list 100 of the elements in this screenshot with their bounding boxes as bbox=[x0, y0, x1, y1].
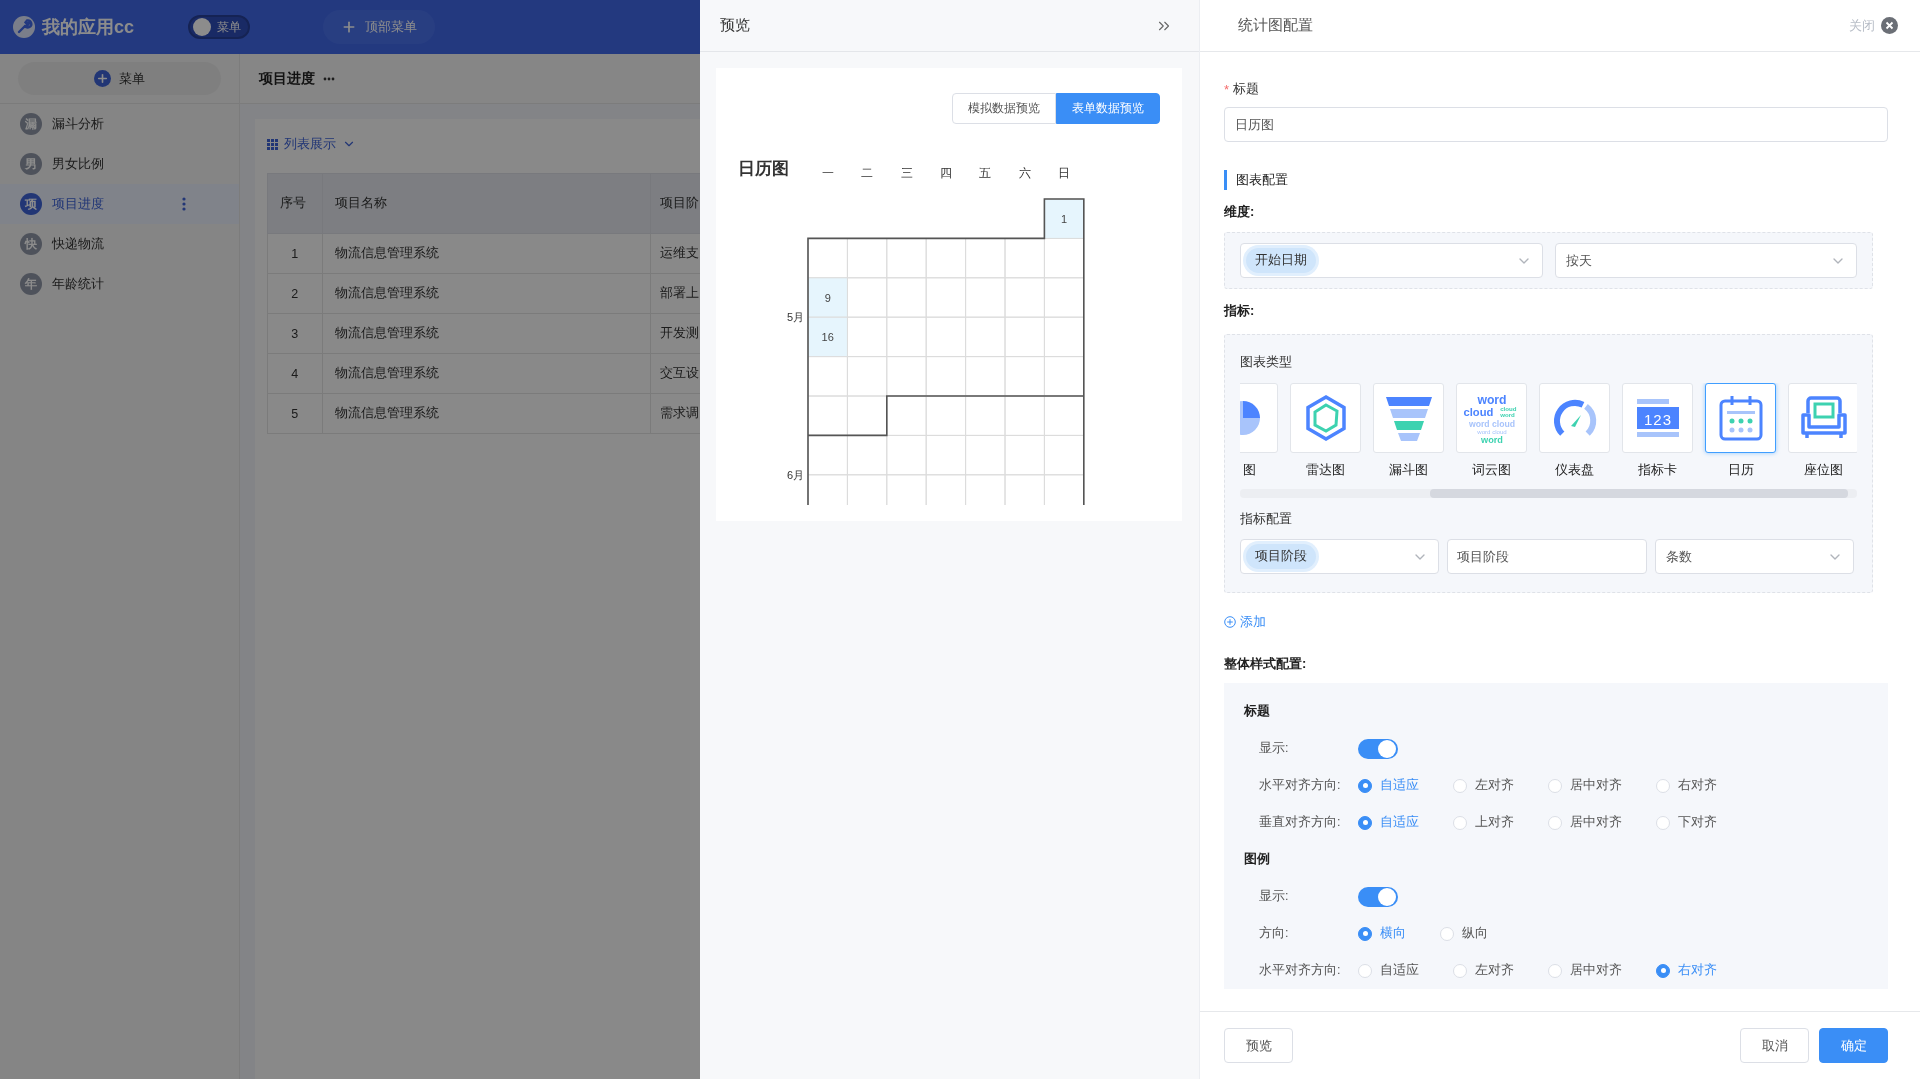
more-icon[interactable] bbox=[323, 76, 335, 81]
radio-option[interactable]: 左对齐 bbox=[1453, 962, 1514, 979]
table-cell: 1 bbox=[267, 233, 322, 274]
avatar: 项 bbox=[20, 193, 42, 215]
radio-option[interactable]: 左对齐 bbox=[1453, 777, 1514, 794]
alias-input[interactable]: 项目阶段 bbox=[1447, 539, 1647, 574]
table-cell: 物流信息管理系统 bbox=[322, 393, 651, 434]
weekday-label: 五 bbox=[979, 166, 992, 180]
sidebar-item-label: 男女比例 bbox=[52, 155, 105, 173]
more-icon[interactable] bbox=[182, 197, 186, 211]
table-cell: 需求调 bbox=[650, 393, 700, 434]
toggle-switch[interactable] bbox=[1358, 886, 1398, 907]
title-input[interactable]: 日历图 bbox=[1224, 107, 1888, 142]
weekday-label: 六 bbox=[1018, 166, 1031, 180]
column-header: 项目阶 bbox=[650, 173, 700, 234]
panel-title: 预览 bbox=[720, 16, 750, 35]
table-cell: 交互设 bbox=[650, 353, 700, 394]
table-cell: 4 bbox=[267, 353, 322, 394]
radio-option[interactable]: 自适应 bbox=[1358, 962, 1419, 979]
dimension-select[interactable]: 开始日期 bbox=[1240, 243, 1543, 278]
panel-title: 统计图配置 bbox=[1238, 16, 1313, 35]
add-icon bbox=[1224, 616, 1236, 628]
chart-title: 日历图 bbox=[738, 159, 789, 178]
chart-type-label: 漏斗图 bbox=[1389, 462, 1428, 479]
chart-type-label: 词云图 bbox=[1472, 462, 1511, 479]
sidebar-item-label: 快递物流 bbox=[52, 235, 105, 253]
field-label: 整体样式配置: bbox=[1224, 655, 1308, 673]
day-number: 1 bbox=[1061, 212, 1068, 225]
preview-button[interactable]: 预览 bbox=[1224, 1028, 1293, 1063]
day-number: 9 bbox=[824, 291, 831, 304]
granularity-select[interactable]: 按天 bbox=[1554, 243, 1857, 278]
field-label: 图表类型 bbox=[1240, 353, 1293, 371]
add-menu-button[interactable]: 菜单 bbox=[18, 62, 221, 95]
radio-option[interactable]: 上对齐 bbox=[1453, 814, 1514, 831]
option-label: 垂直对齐方向: bbox=[1259, 814, 1342, 831]
sidebar-item-label: 年龄统计 bbox=[52, 275, 105, 293]
section-heading: 标题 bbox=[1244, 703, 1270, 720]
avatar: 漏 bbox=[20, 113, 42, 135]
wrench-icon bbox=[12, 15, 36, 39]
radio-option[interactable]: 居中对齐 bbox=[1548, 777, 1622, 794]
chart-type-option[interactable] bbox=[1705, 383, 1776, 453]
field-tag: 项目阶段 bbox=[1246, 544, 1316, 569]
avatar: 男 bbox=[20, 153, 42, 175]
add-link[interactable]: 添加 bbox=[1224, 612, 1266, 632]
month-label: 5月 bbox=[786, 311, 804, 324]
option-label: 水平对齐方向: bbox=[1259, 962, 1342, 979]
section-heading: 图例 bbox=[1244, 851, 1270, 868]
weekday-label: 四 bbox=[939, 166, 952, 180]
scrollbar[interactable] bbox=[1240, 489, 1857, 498]
radio-option[interactable]: 右对齐 bbox=[1656, 777, 1717, 794]
option-label: 显示: bbox=[1259, 888, 1290, 905]
sidebar-item[interactable]: 男 男女比例 bbox=[0, 144, 239, 184]
option-label: 方向: bbox=[1259, 925, 1290, 942]
sidebar-item-label: 项目进度 bbox=[52, 195, 105, 213]
metric-field-select[interactable]: 项目阶段 bbox=[1240, 539, 1439, 574]
sidebar-item[interactable]: 快 快递物流 bbox=[0, 224, 239, 264]
data-source-tab[interactable]: 模拟数据预览 bbox=[952, 93, 1056, 124]
chart-type-label: 雷达图 bbox=[1306, 462, 1345, 479]
column-header: 项目名称 bbox=[322, 173, 651, 234]
month-label: 6月 bbox=[786, 468, 804, 481]
field-label: 指标配置 bbox=[1240, 510, 1293, 528]
close-icon bbox=[1881, 17, 1898, 34]
section-title: 图表配置 bbox=[1224, 170, 1888, 190]
option-label: 显示: bbox=[1259, 740, 1290, 757]
sidebar-item[interactable]: 漏 漏斗分析 bbox=[0, 104, 239, 144]
radio-option[interactable]: 下对齐 bbox=[1656, 814, 1717, 831]
table-cell: 开发测 bbox=[650, 313, 700, 354]
sidebar-item[interactable]: 年 年龄统计 bbox=[0, 264, 239, 304]
field-label: 标题 bbox=[1233, 80, 1260, 98]
toggle-switch[interactable] bbox=[1358, 738, 1398, 759]
table-cell: 2 bbox=[267, 273, 322, 314]
chart-type-label: 指标卡 bbox=[1638, 462, 1677, 479]
table-cell: 运维支 bbox=[650, 233, 700, 274]
radio-option[interactable]: 纵向 bbox=[1440, 925, 1488, 942]
app-title: 我的应用cc bbox=[42, 16, 136, 39]
plus-icon bbox=[341, 19, 357, 35]
table-cell: 物流信息管理系统 bbox=[322, 353, 651, 394]
radio-option[interactable]: 居中对齐 bbox=[1548, 962, 1622, 979]
chart-type-label: 座位图 bbox=[1804, 462, 1843, 479]
table-cell: 部署上 bbox=[650, 273, 700, 314]
chart-type-label: 图 bbox=[1243, 462, 1257, 479]
weekday-label: 三 bbox=[900, 166, 913, 180]
menu-toggle[interactable]: 菜单 bbox=[188, 15, 250, 39]
table-cell: 3 bbox=[267, 313, 322, 354]
cancel-button[interactable]: 取消 bbox=[1740, 1028, 1809, 1063]
sidebar-item-label: 漏斗分析 bbox=[52, 115, 105, 133]
weekday-label: 一 bbox=[821, 166, 834, 180]
weekday-label: 日 bbox=[1058, 166, 1071, 180]
field-label: 指标: bbox=[1224, 302, 1256, 320]
table-cell: 物流信息管理系统 bbox=[322, 273, 651, 314]
avatar: 快 bbox=[20, 233, 42, 255]
table-cell: 物流信息管理系统 bbox=[322, 313, 651, 354]
plus-icon bbox=[94, 70, 111, 87]
aggregate-select[interactable]: 条数 bbox=[1655, 539, 1854, 574]
radio-option[interactable]: 居中对齐 bbox=[1548, 814, 1622, 831]
field-tag: 开始日期 bbox=[1246, 248, 1316, 273]
weekday-label: 二 bbox=[861, 166, 874, 180]
table-cell: 5 bbox=[267, 393, 322, 434]
field-label: 维度: bbox=[1224, 203, 1256, 221]
chart-type-label: 日历 bbox=[1727, 462, 1754, 479]
